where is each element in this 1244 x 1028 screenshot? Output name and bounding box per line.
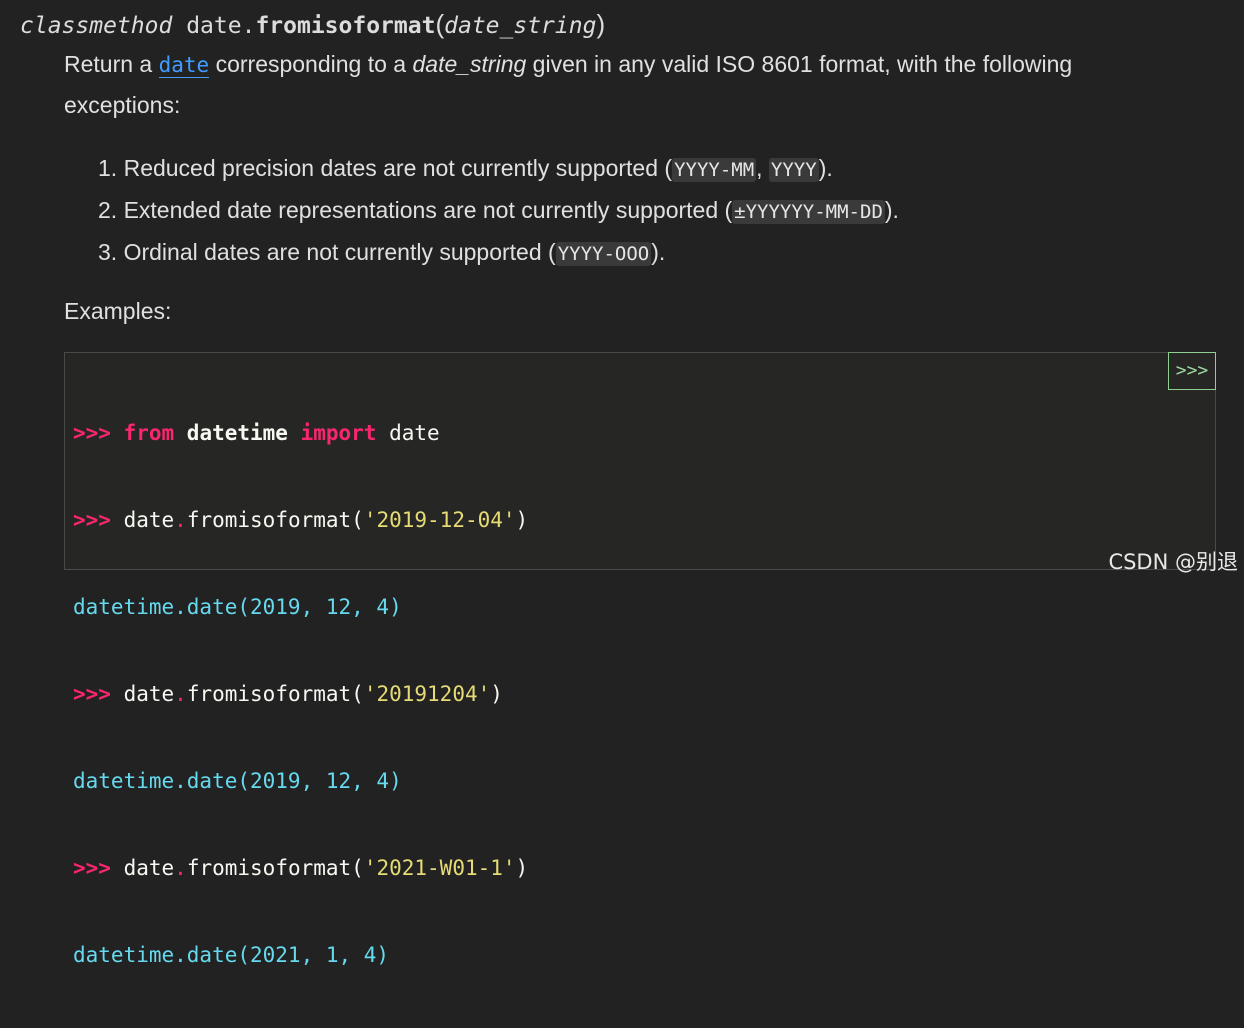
list-item-number: 2.	[98, 197, 118, 223]
code-close: )	[490, 682, 503, 706]
intro-text-after: corresponding to a	[209, 51, 413, 77]
list-item: 2. Extended date representations are not…	[98, 190, 899, 232]
list-item: 1. Reduced precision dates are not curre…	[98, 148, 899, 190]
code-keyword-import: import	[300, 421, 377, 445]
code-call: fromisoformat(	[186, 856, 364, 880]
code-close: )	[515, 508, 529, 532]
exceptions-list: 1. Reduced precision dates are not curre…	[98, 148, 899, 274]
intro-text-before: Return a	[64, 51, 159, 77]
examples-label: Examples:	[64, 298, 172, 324]
code-example-block: >>> from datetime import date >>> date.f…	[64, 352, 1216, 967]
code-prompt: >>>	[73, 421, 124, 445]
signature-keyword: classmethod	[20, 13, 173, 39]
code-prompt: >>>	[73, 682, 124, 706]
code-dot: .	[174, 856, 187, 880]
code-object: date	[123, 508, 175, 532]
list-item-separator: ,	[756, 155, 769, 181]
code-call: fromisoformat(	[186, 682, 364, 706]
list-item-end: ).	[651, 239, 666, 265]
code-line: >>> from datetime import date	[73, 419, 528, 448]
code-string: '2021-W01-1'	[363, 856, 516, 880]
list-item-end: ).	[818, 155, 833, 181]
inline-code: ±YYYYYY-MM-DD	[732, 200, 885, 224]
signature-owner: date.	[186, 13, 256, 39]
intro-param: date_string	[412, 51, 527, 77]
code-output-line: datetime.date(2019, 12, 4)	[73, 769, 402, 793]
code-line: >>> date.fromisoformat('20191204')	[73, 680, 528, 709]
code-string: '2019-12-04'	[363, 508, 516, 532]
code-lines: >>> from datetime import date >>> date.f…	[73, 361, 528, 1028]
list-item-end: ).	[884, 197, 899, 223]
list-item-text: Reduced precision dates are not currentl…	[117, 155, 673, 181]
code-dot: .	[174, 508, 187, 532]
code-call: fromisoformat(	[186, 508, 364, 532]
signature-open-paren: (	[435, 9, 445, 39]
code-prompt: >>>	[73, 856, 124, 880]
code-prompt: >>>	[73, 508, 124, 532]
code-dot: .	[174, 682, 187, 706]
signature-close-paren: )	[596, 9, 606, 39]
code-object: date	[123, 856, 175, 880]
inline-code: YYYY-MM	[672, 158, 757, 182]
code-module: datetime	[174, 421, 301, 445]
method-signature: classmethod date.fromisoformat(date_stri…	[20, 8, 605, 42]
date-link[interactable]: date	[158, 53, 210, 78]
signature-param: date_string	[444, 13, 597, 39]
inline-code: YYYY	[768, 158, 819, 182]
code-output-line: datetime.date(2019, 12, 4)	[73, 595, 402, 619]
toggle-prompt-button[interactable]: >>>	[1168, 352, 1216, 390]
code-object: date	[123, 682, 175, 706]
code-string: '20191204'	[363, 682, 491, 706]
code-output-line: datetime.date(2021, 1, 4)	[73, 943, 390, 967]
code-close: )	[515, 856, 529, 880]
code-keyword-from: from	[123, 421, 175, 445]
code-line: >>> date.fromisoformat('2021-W01-1')	[73, 854, 528, 883]
inline-code: YYYY-OOO	[555, 242, 652, 266]
watermark: CSDN @别退	[1108, 550, 1238, 574]
signature-name: fromisoformat	[255, 13, 436, 39]
code-line: >>> date.fromisoformat('2019-12-04')	[73, 506, 528, 535]
list-item-number: 3.	[98, 239, 118, 265]
intro-paragraph: Return a date corresponding to a date_st…	[64, 44, 1164, 125]
list-item-text: Extended date representations are not cu…	[117, 197, 733, 223]
list-item-number: 1.	[98, 155, 118, 181]
code-name: date	[376, 421, 440, 445]
list-item: 3. Ordinal dates are not currently suppo…	[98, 232, 899, 274]
list-item-text: Ordinal dates are not currently supporte…	[117, 239, 556, 265]
